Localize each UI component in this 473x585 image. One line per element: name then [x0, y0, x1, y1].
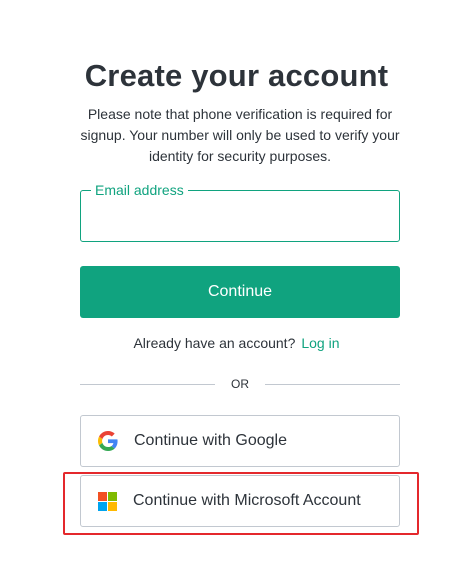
- google-login-label: Continue with Google: [134, 432, 287, 449]
- microsoft-icon: [98, 491, 117, 511]
- email-field[interactable]: Email address: [80, 181, 400, 242]
- divider-line-left: [80, 383, 215, 385]
- signup-page: Create your account Please note that pho…: [0, 0, 473, 585]
- email-field-label: Email address: [91, 181, 188, 199]
- microsoft-login-label: Continue with Microsoft Account: [133, 492, 361, 509]
- or-divider: OR: [80, 376, 400, 392]
- google-icon: [98, 431, 118, 451]
- divider-text: OR: [231, 377, 249, 391]
- login-prompt: Already have an account? Log in: [0, 335, 473, 351]
- google-login-button[interactable]: Continue with Google: [80, 415, 400, 467]
- continue-button[interactable]: Continue: [80, 266, 400, 318]
- login-prompt-text: Already have an account?: [133, 335, 296, 351]
- microsoft-login-button[interactable]: Continue with Microsoft Account: [80, 475, 400, 527]
- page-subtitle: Please note that phone verification is r…: [80, 106, 400, 164]
- login-link[interactable]: Log in: [301, 335, 339, 351]
- divider-line-right: [265, 383, 400, 385]
- page-title: Create your account: [84, 58, 389, 93]
